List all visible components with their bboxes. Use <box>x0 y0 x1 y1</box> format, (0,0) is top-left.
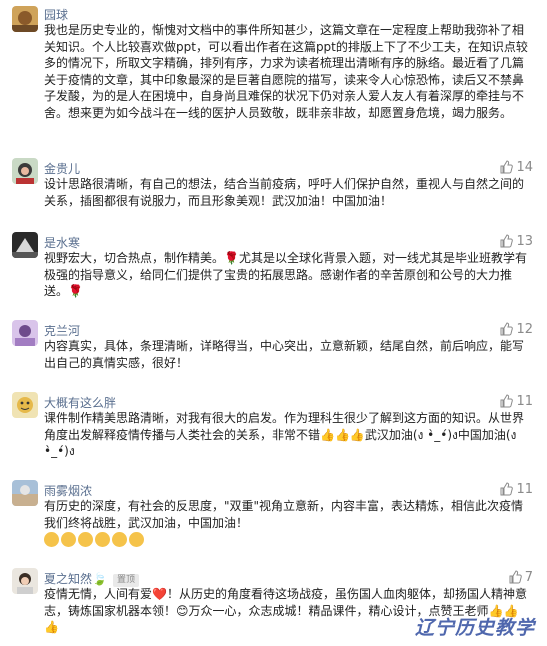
avatar[interactable] <box>12 6 38 32</box>
comment-text: 设计思路很清晰，有自己的想法，结合当前疫病，呼吁人们保护自然，重视人与自然之间的… <box>44 177 525 208</box>
comment-text: 视野宏大，切合热点，制作精美。🌹尤其是以全球化背景入题，对一线尤其是毕业班教学有… <box>44 251 527 298</box>
emoji-icon <box>95 532 110 547</box>
emoji-row <box>44 532 146 548</box>
comment-text: 课件制作精美思路清晰，对我有很大的启发。作为理科生很少了解到这方面的知识。从世界… <box>44 411 525 458</box>
avatar[interactable] <box>12 392 38 418</box>
avatar[interactable] <box>12 232 38 258</box>
emoji-icon <box>61 532 76 547</box>
comment-author-name: 夏之知然🍃 <box>44 572 107 586</box>
emoji-icon <box>112 532 127 547</box>
comment-text: 有历史的深度，有社会的反思度，"双重"视角立意新，内容丰富，表达精炼，相信此次疫… <box>44 499 524 530</box>
emoji-icon <box>44 532 59 547</box>
comment-author[interactable]: 金贵儿 <box>44 160 80 177</box>
like-count-value: 14 <box>516 160 533 175</box>
comment-text: 我也是历史专业的，惭愧对文档中的事件所知甚少，这篇文章在一定程度上帮助我弥补了相… <box>44 23 528 120</box>
avatar[interactable] <box>12 480 38 506</box>
comment-author[interactable]: 园球 <box>44 6 68 23</box>
like-count-value: 11 <box>516 482 533 497</box>
emoji-icon <box>129 532 144 547</box>
like-count-value: 7 <box>524 570 533 585</box>
comment-author[interactable]: 大概有这么胖 <box>44 394 116 411</box>
comment-author[interactable]: 夏之知然🍃 置顶 <box>44 570 139 587</box>
avatar[interactable] <box>12 320 38 346</box>
watermark-logo: 辽宁历史教学 <box>414 617 535 639</box>
avatar[interactable] <box>12 158 38 184</box>
comment-author[interactable]: 雨雾烟浓 <box>44 482 92 499</box>
avatar[interactable] <box>12 568 38 594</box>
emoji-icon <box>78 532 93 547</box>
comment-author[interactable]: 是水寒 <box>44 234 80 251</box>
comment-author[interactable]: 克兰河 <box>44 322 80 339</box>
like-count-value: 13 <box>516 234 533 249</box>
like-count-value: 11 <box>516 394 533 409</box>
comment-text: 内容真实，具体，条理清晰，详略得当，中心突出，立意新颖，结尾自然，前后响应，能写… <box>44 339 525 370</box>
like-count-value: 12 <box>516 322 533 337</box>
